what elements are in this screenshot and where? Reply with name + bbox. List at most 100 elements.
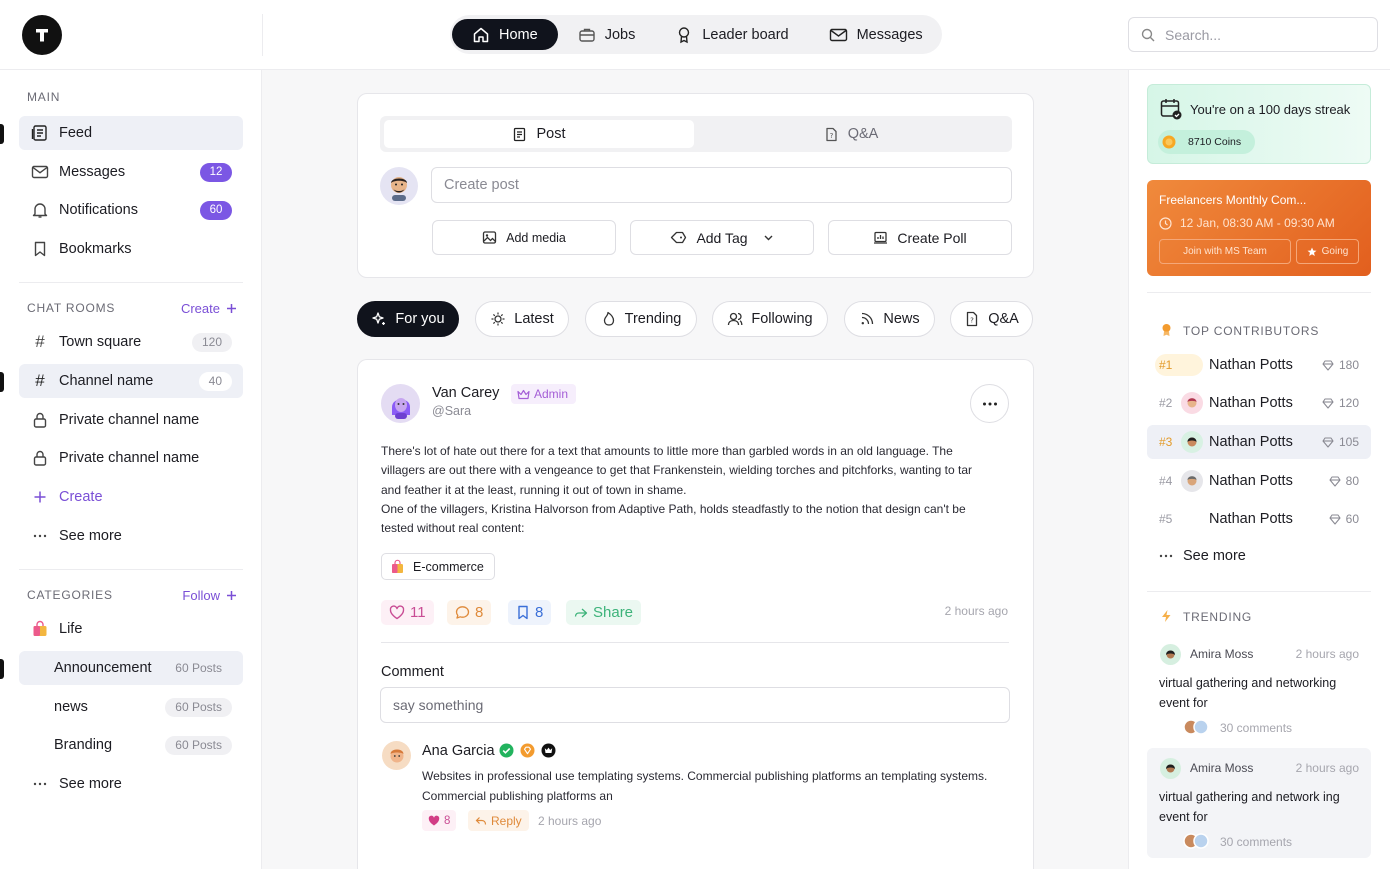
event-card[interactable]: Freelancers Monthly Com... 12 Jan, 08:30… [1147, 180, 1371, 276]
tab-qa[interactable]: ? Q&A [696, 120, 1006, 148]
follow-category-button[interactable]: Follow [182, 588, 237, 603]
contributor-points: 120 [1322, 396, 1359, 410]
contributor-row[interactable]: #3 Nathan Potts 105 [1147, 425, 1371, 459]
feed-icon [514, 127, 526, 141]
sidebar-room-private-1[interactable]: Private channel name [19, 403, 243, 437]
trending-time: 2 hours ago [1295, 647, 1359, 661]
gem-icon [1322, 359, 1334, 371]
nav-tab-messages[interactable]: Messages [809, 19, 943, 50]
post-count: 60 Posts [175, 661, 222, 675]
sidebar-category-branding[interactable]: Branding 60 Posts [19, 728, 243, 762]
post-body-line: and feather it at the least, running it … [381, 482, 687, 497]
nav-tab-home[interactable]: Home [452, 19, 558, 50]
filter-label: Q&A [988, 311, 1019, 327]
mail-icon [829, 28, 847, 41]
sidebar-see-more-rooms[interactable]: See more [19, 519, 243, 553]
bag-icon [392, 559, 403, 573]
avatar[interactable] [382, 741, 411, 770]
comment-button[interactable]: 8 [447, 600, 492, 625]
tab-post[interactable]: Post [384, 120, 694, 148]
sidebar-item-label: Announcement [54, 660, 152, 676]
gem-icon [1322, 397, 1334, 409]
contributors-see-more[interactable]: See more [1159, 548, 1246, 564]
nav-tab-leaderboard[interactable]: Leader board [655, 19, 808, 50]
gem-icon [1329, 475, 1341, 487]
rss-icon [861, 312, 874, 325]
create-poll-button[interactable]: Create Poll [828, 220, 1012, 255]
post-tag[interactable]: E-commerce [381, 553, 495, 580]
reply-button[interactable]: Reply [468, 810, 529, 831]
contributor-rank: #2 [1159, 396, 1173, 410]
create-post-input[interactable]: Create post [431, 167, 1012, 203]
search-icon [1141, 28, 1155, 41]
contributor-points: 60 [1329, 512, 1359, 526]
contributor-row[interactable]: #5 Nathan Potts 60 [1147, 502, 1371, 536]
reply-body-line: Websites in professional use templating … [422, 769, 988, 783]
mail-icon [31, 165, 49, 179]
sidebar-item-label: Notifications [59, 202, 138, 218]
post-body-line: One of the villagers, Kristina Halvorson… [381, 501, 966, 516]
share-button[interactable]: Share [566, 600, 642, 625]
filter-latest[interactable]: Latest [475, 301, 569, 337]
sidebar-item-notifications[interactable]: Notifications 60 [19, 193, 243, 227]
reply-author-name[interactable]: Ana Garcia [422, 743, 495, 759]
user-avatar-icon [1187, 437, 1197, 447]
reply-like-button[interactable]: 8 [422, 810, 457, 831]
contributor-rank: #5 [1159, 512, 1173, 526]
event-time: 12 Jan, 08:30 AM - 09:30 AM [1159, 216, 1335, 230]
heart-icon [428, 815, 440, 826]
contributor-row[interactable]: #4 Nathan Potts 80 [1147, 464, 1371, 498]
post-author-name[interactable]: Van Carey [432, 385, 499, 401]
add-media-button[interactable]: Add media [432, 220, 616, 255]
filter-qa[interactable]: ? Q&A [950, 301, 1033, 337]
feed-icon [31, 125, 47, 141]
sidebar-item-label: Town square [59, 334, 142, 350]
contributor-row[interactable]: #2 Nathan Potts 120 [1147, 386, 1371, 420]
sidebar-item-bookmarks[interactable]: Bookmarks [19, 232, 243, 266]
sidebar-item-feed[interactable]: Feed [19, 116, 243, 150]
trending-item[interactable]: Amira Moss 2 hours ago virtual gathering… [1147, 748, 1371, 858]
comment-input[interactable]: say something [380, 687, 1010, 723]
trending-item[interactable]: Amira Moss 2 hours ago virtual gathering… [1147, 634, 1371, 739]
post-more-button[interactable] [970, 384, 1009, 423]
see-more-label: See more [1183, 548, 1246, 564]
nav-tab-jobs[interactable]: Jobs [558, 19, 656, 50]
going-button[interactable]: Going [1296, 239, 1359, 264]
sidebar-category-announcement[interactable]: Announcement 60 Posts [19, 651, 243, 685]
logo-icon [36, 29, 48, 42]
flame-icon [603, 311, 614, 326]
filter-following[interactable]: Following [712, 301, 828, 337]
sidebar-item-messages[interactable]: Messages 12 [19, 155, 243, 189]
sidebar-see-more-categories[interactable]: See more [19, 767, 243, 801]
app-logo[interactable] [22, 15, 62, 55]
button-label: Create Poll [897, 229, 967, 246]
sidebar-item-label: See more [59, 528, 122, 544]
contributor-row[interactable]: #1 Nathan Potts 180 [1147, 348, 1371, 382]
plus-icon [227, 591, 236, 600]
filter-for-you[interactable]: For you [357, 301, 459, 337]
clock-icon [1159, 216, 1172, 230]
main-nav: Home Jobs Leader board Messages [450, 15, 942, 54]
avatar [1160, 644, 1181, 665]
add-tag-button[interactable]: Add Tag [630, 220, 814, 255]
sidebar-room-channel[interactable]: # Channel name 40 [19, 364, 243, 398]
filter-label: Following [751, 311, 813, 327]
sidebar-category-life[interactable]: Life [19, 612, 243, 646]
points-value: 120 [1338, 396, 1359, 410]
sidebar-room-town-square[interactable]: # Town square 120 [19, 325, 243, 359]
search-input[interactable]: Search... [1128, 17, 1378, 52]
sidebar-room-private-2[interactable]: Private channel name [19, 441, 243, 475]
create-room-button[interactable]: Create [181, 301, 237, 316]
sidebar-category-news[interactable]: news 60 Posts [19, 690, 243, 724]
avatar[interactable] [381, 384, 420, 423]
reply-label: Reply [491, 813, 522, 828]
like-button[interactable]: 11 [381, 600, 434, 625]
filter-trending[interactable]: Trending [585, 301, 697, 337]
bookmark-button[interactable]: 8 [508, 600, 552, 625]
join-ms-team-button[interactable]: Join with MS Team [1159, 239, 1291, 264]
sidebar-create-room[interactable]: Create [19, 480, 243, 514]
trending-author: Amira Moss [1190, 761, 1254, 775]
trending-text: virtual gathering and network ing event … [1159, 788, 1340, 827]
filter-news[interactable]: News [844, 301, 935, 337]
contributor-points: 180 [1322, 358, 1359, 372]
